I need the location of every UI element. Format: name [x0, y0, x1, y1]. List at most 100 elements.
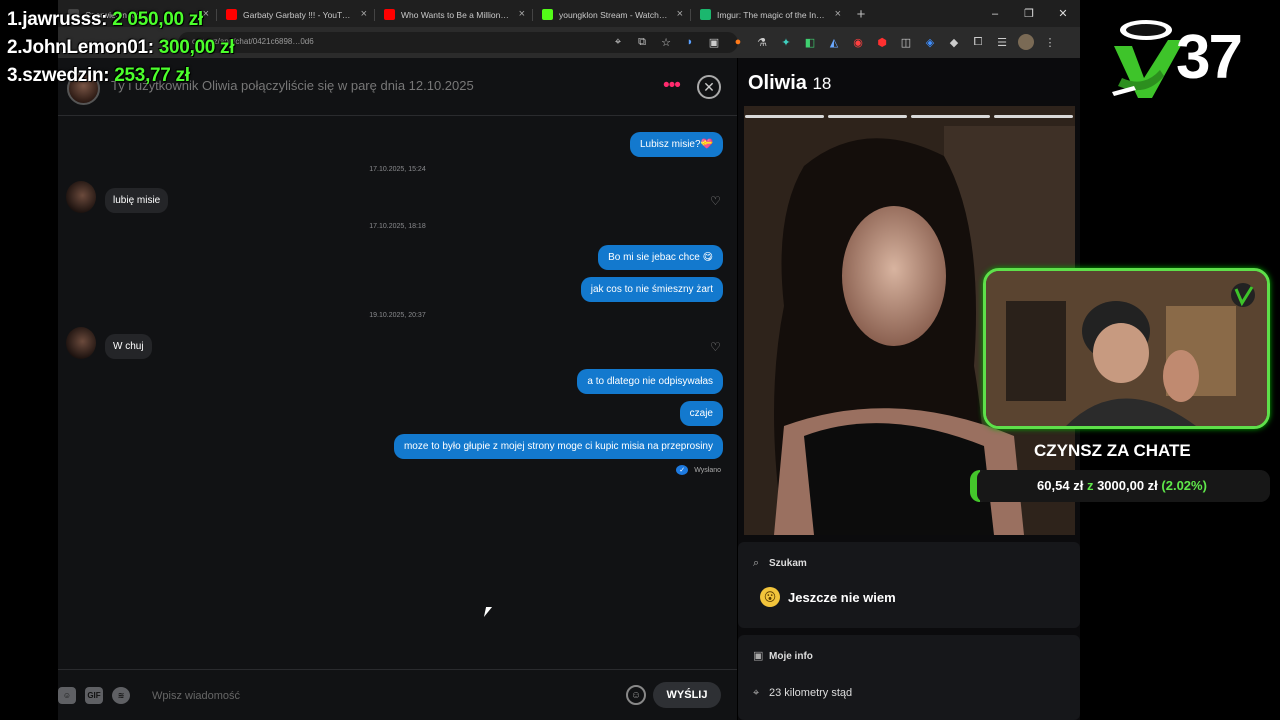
message-outgoing[interactable]: a to dlatego nie odpisywałas	[577, 369, 723, 394]
extension-icon[interactable]: ◧	[802, 34, 818, 50]
extension-icon[interactable]: ◫	[898, 34, 914, 50]
tab-title: Who Wants to Be a Millionaire	[401, 9, 510, 20]
extension-icon[interactable]: ◈	[922, 34, 938, 50]
leaderboard-name: 3.szwedzin:	[7, 65, 110, 86]
extension-icon[interactable]: ⚗	[754, 34, 770, 50]
close-chat-button[interactable]: ✕	[697, 75, 721, 99]
sent-status: ✓ Wysłano	[676, 465, 721, 475]
timestamp: 19.10.2025, 20:37	[369, 312, 426, 319]
message-incoming[interactable]: lubię misie	[105, 188, 169, 213]
my-info-card: ▣ Moje info ⌖ 23 kilometry stąd	[738, 635, 1080, 720]
profile-name: Oliwia 18	[748, 72, 831, 95]
looking-for-label: Szukam	[769, 558, 807, 569]
location-icon[interactable]: ⌖	[610, 34, 626, 50]
avatar[interactable]	[66, 327, 96, 359]
extension-icon[interactable]: ✦	[778, 34, 794, 50]
goal-percent: (2.02%)	[1161, 478, 1207, 493]
leaderboard-row: 3.szwedzin: 253,77 zł	[7, 62, 234, 90]
goal-connector: z	[1086, 478, 1094, 493]
tab-close-icon[interactable]: ×	[361, 8, 367, 20]
streamer-logo	[1104, 18, 1186, 104]
message-input[interactable]: Wpisz wiadomość	[152, 687, 572, 705]
message-outgoing[interactable]: Bo mi sie jebac chce 😋	[598, 245, 723, 270]
minimize-button[interactable]: –	[978, 0, 1012, 27]
puzzle-icon[interactable]: ⧠	[970, 34, 986, 50]
message-outgoing[interactable]: czaje	[679, 401, 723, 426]
more-options-icon[interactable]: •••	[663, 76, 681, 95]
sticker-icon[interactable]: ☺	[58, 687, 76, 704]
leaderboard-name: 2.JohnLemon01:	[7, 37, 154, 58]
sent-status-label: Wysłano	[694, 466, 721, 474]
profile-age: 18	[812, 74, 832, 93]
message-outgoing[interactable]: Lubisz misie?💝	[629, 132, 723, 157]
story-progress-bar	[745, 115, 824, 118]
extension-icon[interactable]: ◭	[826, 34, 842, 50]
mouse-cursor-icon	[483, 607, 493, 617]
emoji-icon[interactable]: ☺	[626, 685, 646, 705]
close-window-button[interactable]: ✕	[1046, 0, 1080, 27]
profile-avatar-icon[interactable]	[1018, 34, 1034, 50]
install-app-icon[interactable]: ⧉	[634, 34, 650, 50]
goal-progress-bar: 60,54 zł z 3000,00 zł (2.02%)	[970, 470, 1270, 502]
avatar[interactable]	[66, 181, 96, 213]
donation-leaderboard: 1.jawrusss: 2 050,00 zł 2.JohnLemon01: 3…	[7, 6, 235, 90]
message-input-bar: ☺ GIF ≋ Wpisz wiadomość ☺ WYŚLIJ	[58, 669, 737, 720]
bookmark-star-icon[interactable]: ☆	[658, 34, 674, 50]
goal-target: 3000,00 zł	[1097, 478, 1158, 493]
search-icon: ⌕	[753, 557, 760, 569]
distance-text: 23 kilometry stąd	[769, 687, 853, 699]
youtube-favicon-icon	[384, 9, 395, 20]
tab-title: youngklon Stream - Watch Live	[559, 9, 668, 20]
tab-title: Imgur: The magic of the Internet	[717, 9, 826, 20]
send-button[interactable]: WYŚLIJ	[653, 682, 721, 708]
webcam-overlay	[983, 268, 1270, 429]
leaderboard-row: 2.JohnLemon01: 300,00 zł	[7, 34, 235, 62]
extension-icon[interactable]: ◆	[946, 34, 962, 50]
location-pin-icon: ⌖	[753, 687, 760, 699]
browser-tab[interactable]: Imgur: The magic of the Internet ×	[690, 2, 848, 27]
extension-icon[interactable]: ◗	[682, 34, 698, 50]
kebab-menu-icon[interactable]: ⋮	[1042, 34, 1058, 50]
leaderboard-amount: 253,77 zł	[114, 65, 190, 86]
streamer-logo-image	[1112, 20, 1184, 98]
profile-name-text: Oliwia	[748, 72, 807, 94]
heart-icon[interactable]: ♡	[710, 195, 722, 207]
tab-close-icon[interactable]: ×	[677, 8, 683, 20]
extensions-toolbar: ⌖ ⧉ ☆ ◗ ▣ ● ⚗ ✦ ◧ ◭ ◉ ⬢ ◫ ◈ ◆ ⧠ ☰ ⋮	[610, 34, 1058, 50]
extension-icon[interactable]: ◉	[850, 34, 866, 50]
extension-icon[interactable]: ▣	[706, 34, 722, 50]
timestamp: 17.10.2025, 15:24	[369, 166, 426, 173]
heart-icon[interactable]: ♡	[710, 341, 722, 353]
leaderboard-amount: 300,00 zł	[158, 37, 235, 58]
looking-for-card: ⌕ Szukam 😮 Jeszcze nie wiem	[738, 542, 1080, 628]
chat-panel: Ty i użytkownik Oliwia połączyliście się…	[58, 58, 737, 720]
restore-button[interactable]: ❐	[1012, 0, 1046, 27]
gif-button[interactable]: GIF	[85, 687, 103, 704]
surprised-emoji-icon: 😮	[760, 587, 780, 607]
message-incoming[interactable]: W chuj	[105, 334, 152, 359]
story-progress-bar	[994, 115, 1073, 118]
timestamp: 17.10.2025, 18:18	[369, 223, 426, 230]
story-progress-bar	[911, 115, 990, 118]
leaderboard-amount: 2 050,00 zł	[112, 9, 203, 30]
leaderboard-row: 1.jawrusss: 2 050,00 zł	[7, 6, 234, 34]
tab-title: Garbaty Garbaty !!! - YouTube	[243, 9, 352, 20]
extension-icon[interactable]: ●	[730, 34, 746, 50]
message-outgoing[interactable]: jak cos to nie śmieszny żart	[580, 277, 723, 302]
browser-tab[interactable]: youngklon Stream - Watch Live ×	[532, 2, 690, 27]
extension-icon[interactable]: ⬢	[874, 34, 890, 50]
kick-favicon-icon	[542, 9, 553, 20]
story-progress-bar	[828, 115, 907, 118]
tab-close-icon[interactable]: ×	[835, 8, 841, 20]
message-outgoing[interactable]: moze to było głupie z mojej strony moge …	[393, 434, 723, 459]
goal-title: CZYNSZ ZA CHATE	[1034, 441, 1191, 460]
new-tab-button[interactable]: +	[848, 2, 874, 27]
screen: Czerwiec nowe × Garbaty Garbaty !!! - Yo…	[0, 0, 1280, 720]
media-icon[interactable]: ☰	[994, 34, 1010, 50]
window-controls: – ❐ ✕	[978, 0, 1080, 27]
tab-close-icon[interactable]: ×	[519, 8, 525, 20]
browser-tab[interactable]: Garbaty Garbaty !!! - YouTube ×	[216, 2, 374, 27]
looking-for-value: Jeszcze nie wiem	[788, 590, 896, 605]
browser-tab[interactable]: Who Wants to Be a Millionaire ×	[374, 2, 532, 27]
spotify-icon[interactable]: ≋	[112, 687, 130, 704]
